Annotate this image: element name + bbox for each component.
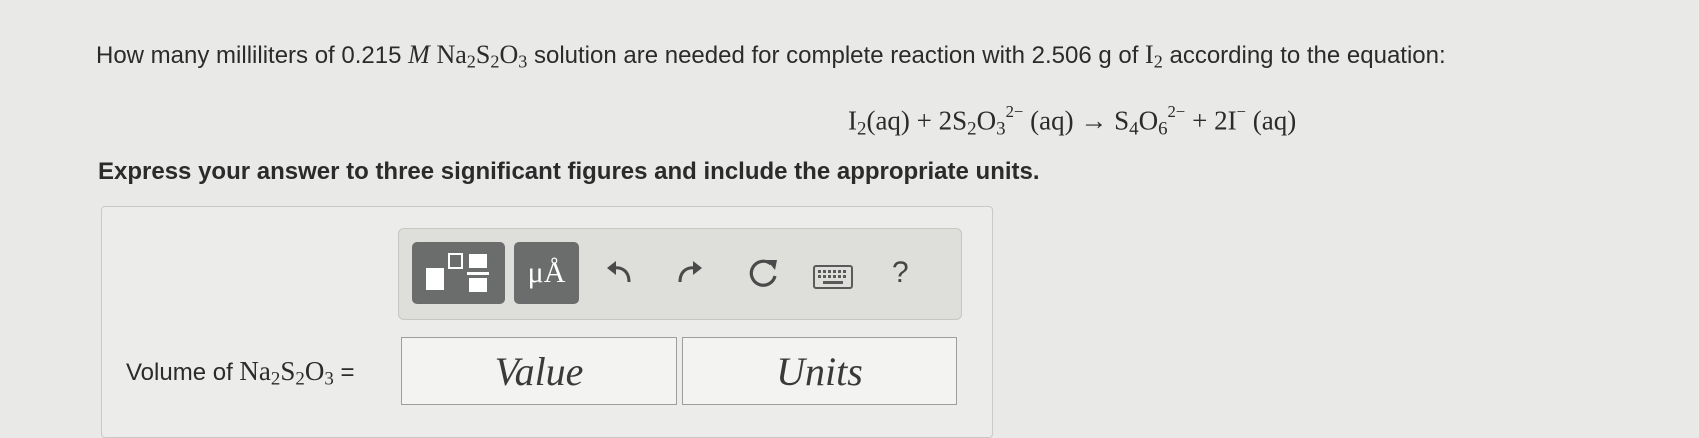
fraction-template-icon [426,253,489,292]
units-input[interactable]: Units [682,337,957,405]
reset-icon[interactable] [745,256,781,292]
formula-na2s2o3: Na2S2O3 [436,40,528,72]
formula-i2: I2 [1145,40,1163,72]
instruction-text: Express your answer to three significant… [98,158,1040,185]
redo-icon[interactable] [672,258,706,288]
units-button[interactable]: μÅ [514,242,579,304]
reaction-equation: I2(aq) + 2S2O32− (aq) → S4O62− + 2I− (aq… [848,102,1297,140]
help-button[interactable]: ? [892,256,909,290]
molarity-unit: M [408,40,430,69]
undo-icon[interactable] [603,258,637,288]
answer-label: Volume of Na2S2O3 = [126,356,355,390]
question-text: How many milliliters of 0.215 M Na2S2O3 … [96,40,1446,73]
templates-button[interactable] [412,242,505,304]
keyboard-icon[interactable] [813,265,853,289]
question-part: How many milliliters of 0.215 [96,42,409,69]
question-part: solution are needed for complete reactio… [527,42,1146,69]
question-part: according to the equation: [1162,42,1446,69]
value-input[interactable]: Value [401,337,677,405]
